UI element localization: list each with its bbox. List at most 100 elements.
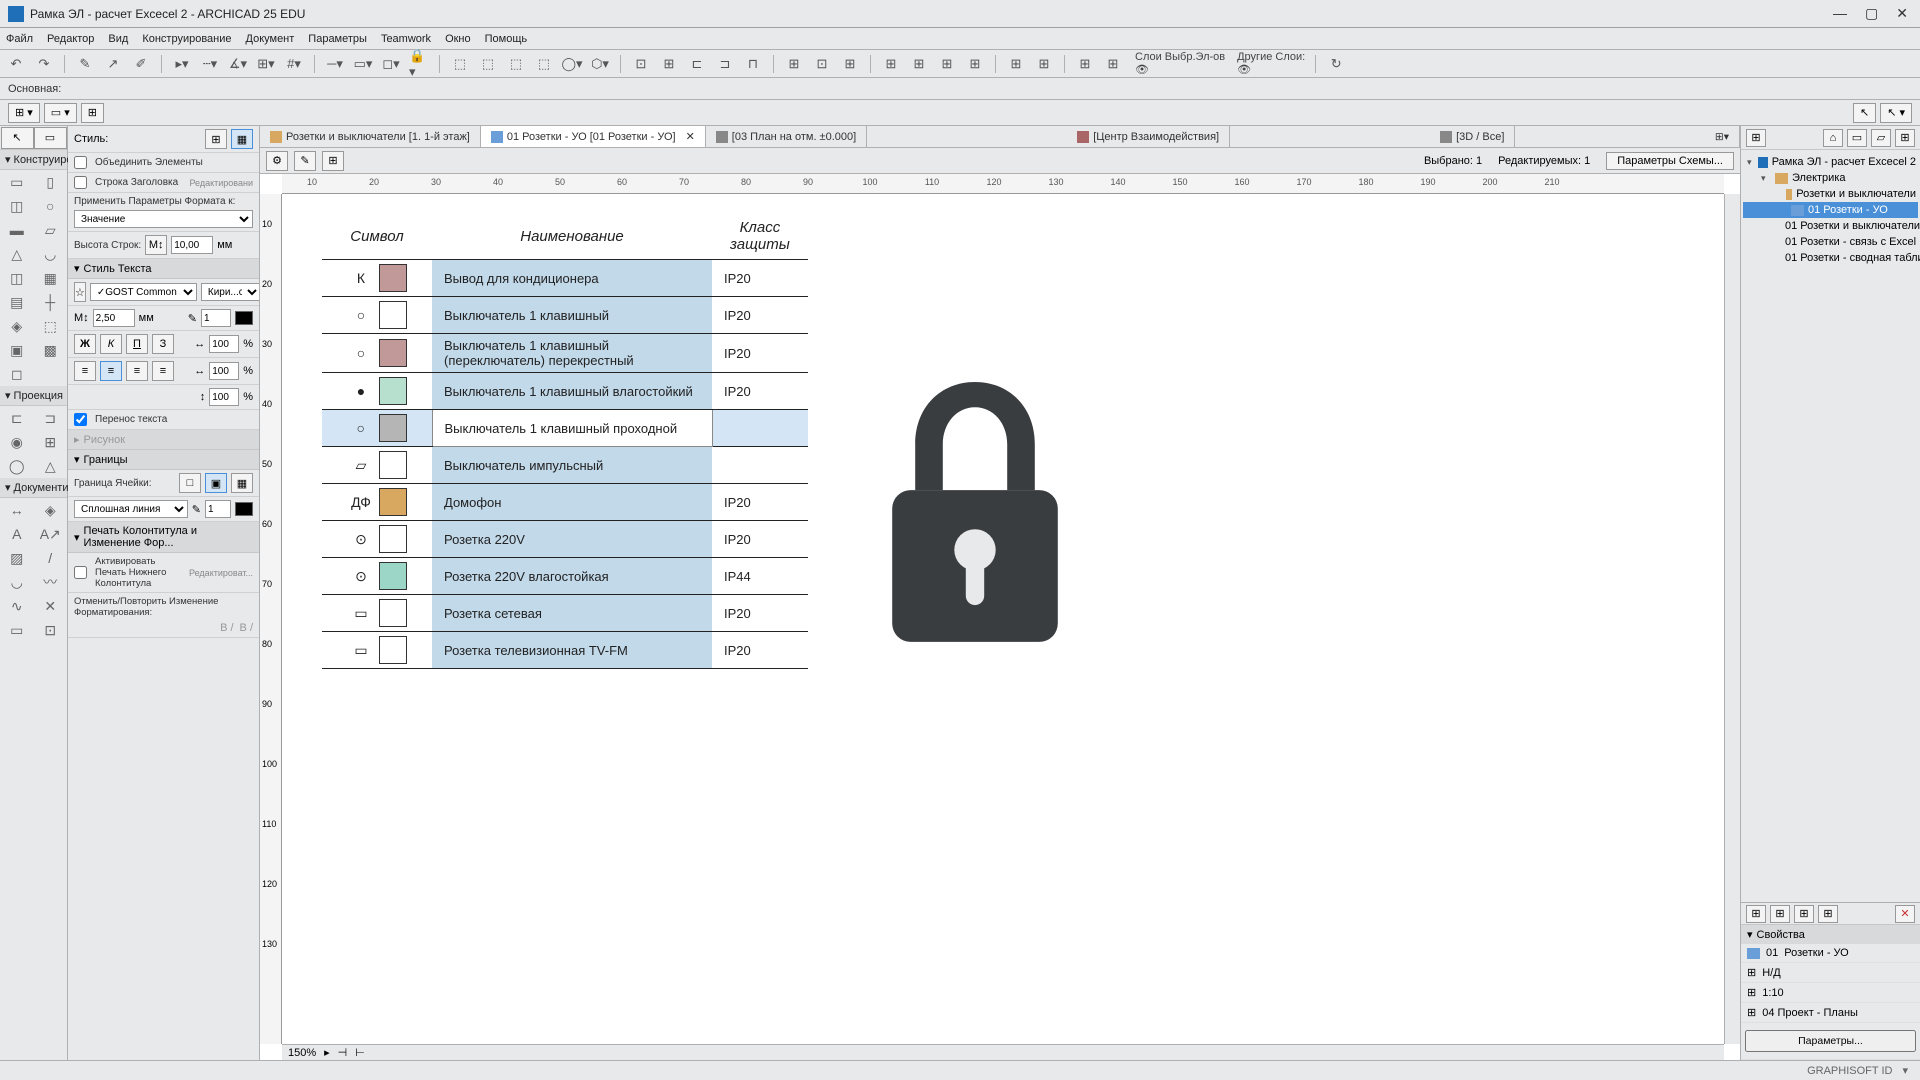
menu-edit[interactable]: Редактор — [47, 33, 94, 45]
angle-dd[interactable]: ∡▾ — [228, 54, 248, 74]
size-input[interactable] — [93, 309, 135, 327]
zoom-control-1[interactable]: ▸ — [324, 1046, 330, 1059]
menu-document[interactable]: Документ — [246, 33, 295, 45]
skylight-tool[interactable]: ◫ — [0, 266, 34, 290]
arrow-tool[interactable]: ↖ — [1, 127, 34, 149]
name-cell[interactable]: Выключатель 1 клавишный (переключатель) … — [432, 334, 712, 373]
tool-f[interactable]: ⬡▾ — [590, 54, 610, 74]
rect-dd[interactable]: ▭▾ — [353, 54, 373, 74]
nav-item-4[interactable]: 01 Розетки - сводная таблица — [1743, 250, 1918, 266]
nav-root[interactable]: ▾Рамка ЭЛ - расчет Excecel 2 — [1743, 154, 1918, 170]
nav-item-1[interactable]: 01 Розетки - УО — [1743, 202, 1918, 218]
align-justify[interactable]: ≡ — [152, 361, 174, 381]
column-tool[interactable]: ○ — [34, 194, 68, 218]
rowheight-input[interactable] — [171, 236, 213, 254]
zoom-level[interactable]: 150% — [288, 1047, 316, 1059]
wrap-checkbox[interactable] — [74, 413, 87, 426]
line-tool[interactable]: / — [34, 546, 68, 570]
tab-2[interactable]: 01 Розетки - УО [01 Розетки - УО]✕ — [481, 126, 706, 147]
tool-h[interactable]: ⊞ — [659, 54, 679, 74]
props-icon-4[interactable]: ⊞ — [1818, 905, 1838, 923]
lock-dd[interactable]: 🔒▾ — [409, 54, 429, 74]
nav-layout-icon[interactable]: ▱ — [1871, 129, 1891, 147]
dim-tool[interactable]: ↔ — [0, 498, 34, 522]
nav-publisher-icon[interactable]: ⊞ — [1895, 129, 1915, 147]
props-icon-3[interactable]: ⊞ — [1794, 905, 1814, 923]
w3-input[interactable] — [209, 388, 239, 406]
stair-tool[interactable]: ▤ — [0, 290, 34, 314]
table-row[interactable]: ДФДомофонIP20 — [322, 484, 808, 521]
linecolor-swatch[interactable] — [235, 502, 253, 516]
tool-u[interactable]: ⊞ — [1075, 54, 1095, 74]
railing-tool[interactable]: ┼ — [34, 290, 68, 314]
style-list-icon[interactable]: ▦ — [231, 129, 253, 149]
marquee-tool[interactable]: ▭ — [34, 127, 67, 149]
zoom-control-3[interactable]: ⊢ — [355, 1046, 365, 1059]
close-button[interactable]: ✕ — [1896, 5, 1908, 22]
section-proekciya[interactable]: ▾Проекция — [0, 386, 67, 406]
nav-item-0[interactable]: Розетки и выключатели — [1743, 186, 1918, 202]
scrollbar-vertical[interactable] — [1724, 194, 1740, 1044]
refresh-button[interactable]: ↻ — [1326, 54, 1346, 74]
props-icon-2[interactable]: ⊞ — [1770, 905, 1790, 923]
redo-format[interactable]: B / — [240, 622, 253, 634]
ctrl-btn-1[interactable]: ⊞ ▾ — [8, 103, 40, 123]
rowheight-icon[interactable]: M↕ — [145, 235, 167, 255]
tool-r[interactable]: ⊞ — [965, 54, 985, 74]
wall-tool[interactable]: ▭ — [0, 170, 34, 194]
menu-file[interactable]: Файл — [6, 33, 33, 45]
grid-dd[interactable]: #▾ — [284, 54, 304, 74]
apply-select[interactable]: Значение — [74, 210, 253, 228]
minimize-button[interactable]: — — [1833, 5, 1847, 22]
ie-tool[interactable]: ◉ — [0, 430, 34, 454]
detail-tool[interactable]: ◯ — [0, 454, 34, 478]
tab-4[interactable]: [Центр Взаимодействия] — [1067, 126, 1230, 147]
level-tool[interactable]: ◈ — [34, 498, 68, 522]
slab-tool[interactable]: ▱ — [34, 218, 68, 242]
opening-tool[interactable]: ◻ — [0, 362, 34, 386]
border-outer[interactable]: ▣ — [205, 473, 227, 493]
align-right[interactable]: ≡ — [126, 361, 148, 381]
section-dokument[interactable]: ▾Документир — [0, 478, 67, 498]
table-row[interactable]: ▱Выключатель импульсный — [322, 447, 808, 484]
arrow-dd[interactable]: ▸▾ — [172, 54, 192, 74]
worksheet-tool[interactable]: ⊞ — [34, 430, 68, 454]
shell-tool[interactable]: ◡ — [34, 242, 68, 266]
dash-dd[interactable]: ┄▾ — [200, 54, 220, 74]
align-center[interactable]: ≡ — [100, 361, 122, 381]
table-row[interactable]: ○Выключатель 1 клавишный проходной — [322, 410, 808, 447]
curtain-tool[interactable]: ▦ — [34, 266, 68, 290]
params-button[interactable]: Параметры... — [1745, 1030, 1916, 1052]
tool-d[interactable]: ⬚ — [534, 54, 554, 74]
ctrl-btn-2[interactable]: ▭ ▾ — [44, 103, 77, 123]
menu-window[interactable]: Окно — [445, 33, 471, 45]
edit-link[interactable]: Редактировани — [189, 178, 253, 188]
tool-c[interactable]: ⬚ — [506, 54, 526, 74]
nav-project-icon[interactable]: ⌂ — [1823, 129, 1843, 147]
zone-tool[interactable]: ▣ — [0, 338, 34, 362]
change-tool[interactable]: △ — [34, 454, 68, 478]
align-left[interactable]: ≡ — [74, 361, 96, 381]
maximize-button[interactable]: ▢ — [1865, 5, 1878, 22]
tab-3[interactable]: [03 План на отм. ±0.000] — [706, 126, 867, 147]
arrow-tool-button[interactable]: ↖ — [1853, 103, 1876, 123]
menu-design[interactable]: Конструирование — [142, 33, 231, 45]
snap-dd[interactable]: ⊞▾ — [256, 54, 276, 74]
footer-header[interactable]: ▾Печать Колонтитула и Изменение Фор... — [68, 522, 259, 553]
menu-view[interactable]: Вид — [108, 33, 128, 45]
tool-q[interactable]: ⊞ — [937, 54, 957, 74]
menu-help[interactable]: Помощь — [485, 33, 528, 45]
nav-folder[interactable]: ▾Электрика — [1743, 170, 1918, 186]
name-cell[interactable]: Вывод для кондиционера — [432, 260, 712, 297]
footer-edit-link[interactable]: Редактироват... — [189, 568, 253, 578]
pen-input[interactable] — [201, 309, 231, 327]
tool-m[interactable]: ⊡ — [812, 54, 832, 74]
font-select[interactable]: ✓GOST Common — [90, 283, 197, 301]
mesh-tool[interactable]: ▩ — [34, 338, 68, 362]
underline-button[interactable]: П — [126, 334, 148, 354]
border-none[interactable]: □ — [179, 473, 201, 493]
tool-j[interactable]: ⊐ — [715, 54, 735, 74]
label-tool[interactable]: A↗ — [34, 522, 68, 546]
name-cell[interactable]: Выключатель 1 клавишный — [432, 297, 712, 334]
morph-tool[interactable]: ◈ — [0, 314, 34, 338]
